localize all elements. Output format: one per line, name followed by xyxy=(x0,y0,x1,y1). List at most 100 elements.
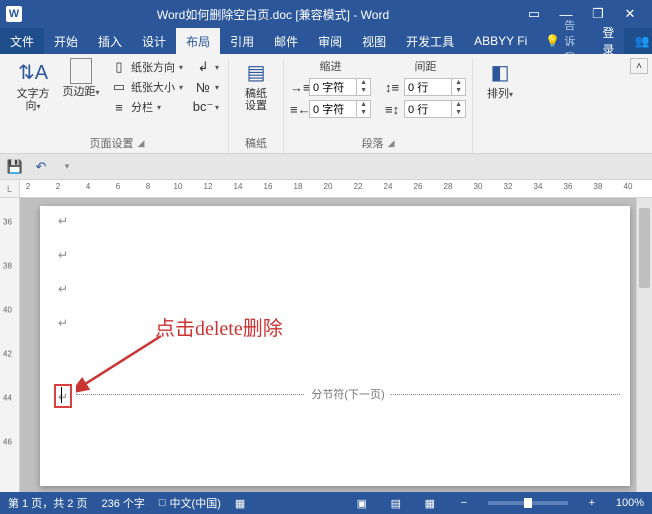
spin-down-icon[interactable]: ▼ xyxy=(357,109,370,117)
scrollbar-vertical[interactable] xyxy=(636,198,652,492)
ruler-tick: 16 xyxy=(264,182,273,191)
columns-button[interactable]: ≡分栏▾ xyxy=(108,98,186,116)
manuscript-button[interactable]: ▤ 稿纸 设置 xyxy=(235,58,277,112)
status-word-count[interactable]: 236 个字 xyxy=(101,495,144,511)
orientation-icon: ▯ xyxy=(111,59,127,75)
tab-design[interactable]: 设计 xyxy=(132,28,176,54)
login-button[interactable]: 登录 xyxy=(592,28,624,54)
ruler-tick: 36 xyxy=(564,182,573,191)
ruler-tick: 20 xyxy=(324,182,333,191)
spin-down-icon[interactable]: ▼ xyxy=(452,87,465,95)
indent-left-icon: →≡ xyxy=(290,80,306,95)
line-numbers-button[interactable]: №▾ xyxy=(192,78,222,96)
ruler-vertical[interactable]: 363840424446 xyxy=(0,198,20,492)
spin-up-icon[interactable]: ▲ xyxy=(452,79,465,87)
save-icon[interactable]: 💾 xyxy=(6,158,24,176)
paragraph-launcher-icon[interactable]: ◢ xyxy=(388,138,395,149)
zoom-in-icon[interactable]: + xyxy=(582,497,602,509)
ruler-tick: 4 xyxy=(86,182,90,191)
tab-references[interactable]: 引用 xyxy=(220,28,264,54)
ruler-tick: 8 xyxy=(146,182,150,191)
ruler-corner-icon: L xyxy=(0,180,20,197)
cursor-highlight-box xyxy=(54,384,72,408)
paragraph-mark-icon: ↵ xyxy=(58,316,68,330)
tab-home[interactable]: 开始 xyxy=(44,28,88,54)
page-setup-launcher-icon[interactable]: ◢ xyxy=(138,138,145,149)
spin-down-icon[interactable]: ▼ xyxy=(452,109,465,117)
share-button[interactable]: 👥共享 xyxy=(624,28,652,54)
spin-down-icon[interactable]: ▼ xyxy=(357,87,370,95)
ruler-tick: 14 xyxy=(234,182,243,191)
spin-up-icon[interactable]: ▲ xyxy=(452,101,465,109)
ruler-tick: 2 xyxy=(56,182,60,191)
ruler-tick: 12 xyxy=(204,182,213,191)
breaks-icon: ↲ xyxy=(195,59,211,75)
ruler-tick: 32 xyxy=(504,182,513,191)
ruler-tick: 36 xyxy=(3,218,12,227)
tab-review[interactable]: 审阅 xyxy=(308,28,352,54)
indent-right-input[interactable]: ▲▼ xyxy=(309,100,371,118)
print-layout-icon[interactable]: ▤ xyxy=(386,497,406,510)
ruler-tick: 10 xyxy=(174,182,183,191)
annotation-text: 点击delete删除 xyxy=(155,312,283,341)
ruler-tick: 44 xyxy=(3,394,12,403)
status-language[interactable]: □中文(中国) xyxy=(159,495,221,511)
collapse-ribbon-icon[interactable]: ˄ xyxy=(630,58,648,74)
section-break-marker[interactable]: 分节符(下一页) xyxy=(76,394,620,411)
spin-up-icon[interactable]: ▲ xyxy=(357,79,370,87)
word-app-icon: W xyxy=(6,6,22,22)
undo-icon[interactable]: ↶ xyxy=(32,158,50,176)
tab-abbyy[interactable]: ABBYY Fi xyxy=(464,28,537,54)
close-icon[interactable]: ✕ xyxy=(614,2,646,26)
qat-customize-icon[interactable]: ▾ xyxy=(58,158,76,176)
breaks-button[interactable]: ↲▾ xyxy=(192,58,222,76)
spacing-before-input[interactable]: ▲▼ xyxy=(404,78,466,96)
ruler-horizontal[interactable]: L 2246810121416182022242628303234363840 xyxy=(0,180,652,198)
language-icon: □ xyxy=(159,497,166,509)
arrange-button[interactable]: ◧ 排列▾ xyxy=(479,58,521,100)
margins-button[interactable]: 页边距▾ xyxy=(60,58,102,98)
tab-layout[interactable]: 布局 xyxy=(176,28,220,54)
indent-left-input[interactable]: ▲▼ xyxy=(309,78,371,96)
web-layout-icon[interactable]: ▦ xyxy=(420,497,440,510)
hyphenation-button[interactable]: bc⁻▾ xyxy=(192,98,222,116)
status-macro-icon[interactable]: ▦ xyxy=(235,497,245,510)
ruler-tick: 38 xyxy=(594,182,603,191)
read-mode-icon[interactable]: ▣ xyxy=(352,497,372,510)
arrow-icon xyxy=(76,334,166,394)
ruler-tick: 2 xyxy=(26,182,30,191)
orientation-button[interactable]: ▯纸张方向▾ xyxy=(108,58,186,76)
spacing-after-icon: ≡↕ xyxy=(385,102,401,117)
paper-size-button[interactable]: ▭纸张大小▾ xyxy=(108,78,186,96)
ruler-tick: 34 xyxy=(534,182,543,191)
tab-view[interactable]: 视图 xyxy=(352,28,396,54)
bulb-icon: 💡 xyxy=(545,34,560,48)
zoom-slider[interactable] xyxy=(488,501,568,505)
text-direction-icon: ⇅A xyxy=(19,58,47,86)
text-direction-button[interactable]: ⇅A 文字方向▾ xyxy=(12,58,54,112)
restore-icon[interactable]: ❐ xyxy=(582,2,614,26)
group-manuscript: ▤ 稿纸 设置 稿纸 xyxy=(229,58,284,153)
tab-file[interactable]: 文件 xyxy=(0,28,44,54)
status-page[interactable]: 第 1 页，共 2 页 xyxy=(8,495,87,511)
manuscript-icon: ▤ xyxy=(242,58,270,86)
page[interactable]: ↵ ↵ ↵ ↵ ↵ 点击delete删除 分节符(下一页) xyxy=(40,206,630,486)
ruler-tick: 30 xyxy=(474,182,483,191)
spin-up-icon[interactable]: ▲ xyxy=(357,101,370,109)
scrollbar-thumb[interactable] xyxy=(639,208,650,288)
tell-me[interactable]: 💡告诉我... xyxy=(537,28,592,54)
spacing-after-input[interactable]: ▲▼ xyxy=(404,100,466,118)
zoom-out-icon[interactable]: − xyxy=(454,497,474,509)
zoom-level[interactable]: 100% xyxy=(616,497,644,509)
tab-mailings[interactable]: 邮件 xyxy=(264,28,308,54)
tab-developer[interactable]: 开发工具 xyxy=(396,28,464,54)
hyphenation-icon: bc⁻ xyxy=(195,99,211,115)
ruler-tick: 28 xyxy=(444,182,453,191)
tab-insert[interactable]: 插入 xyxy=(88,28,132,54)
zoom-thumb[interactable] xyxy=(524,498,532,508)
ribbon-display-icon[interactable]: ▭ xyxy=(518,2,550,26)
paragraph-mark-icon: ↵ xyxy=(58,282,68,296)
quick-access-toolbar: 💾 ↶ ▾ xyxy=(0,154,652,180)
ribbon-tabs: 文件 开始 插入 设计 布局 引用 邮件 审阅 视图 开发工具 ABBYY Fi… xyxy=(0,28,652,54)
spacing-before-icon: ↕≡ xyxy=(385,80,401,95)
